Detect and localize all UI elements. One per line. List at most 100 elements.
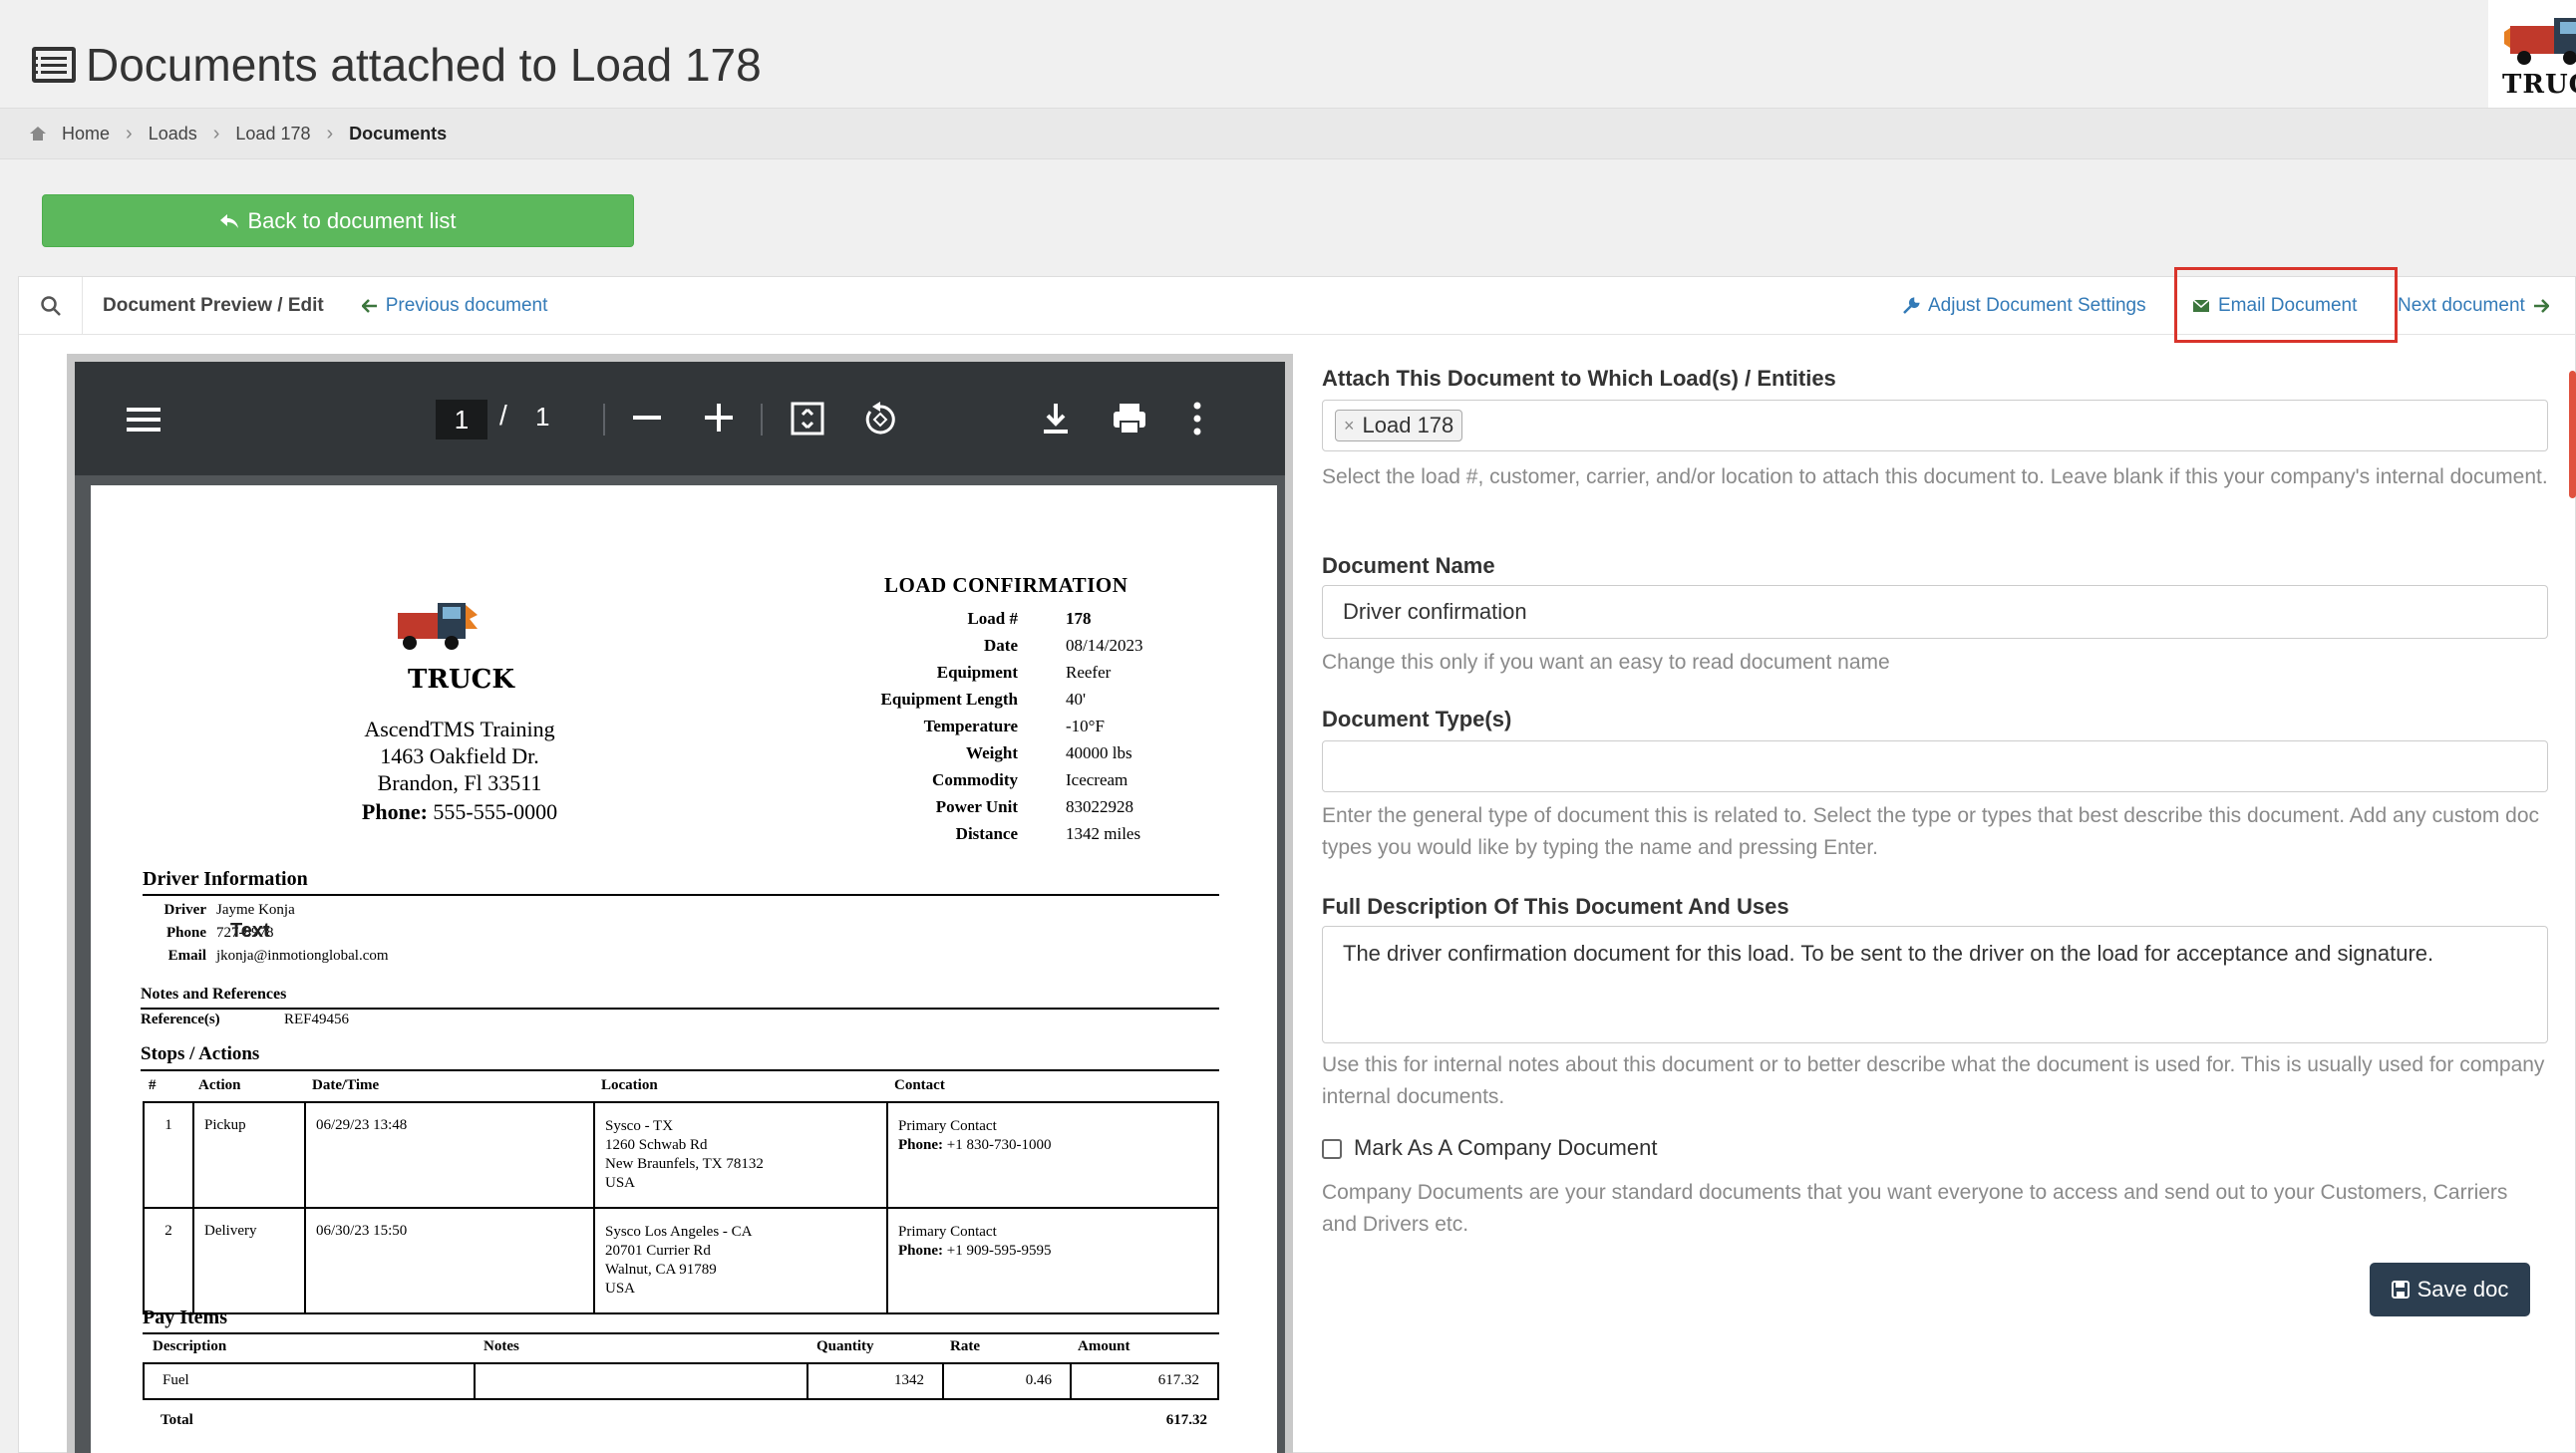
pay-rate: 0.46 (942, 1362, 1072, 1400)
detail-row: Commodity Icecream (932, 770, 1128, 789)
load-confirmation-heading: LOAD CONFIRMATION (884, 573, 1128, 597)
stop-location: Sysco - TX 1260 Schwab Rd New Braunfels, T… (593, 1101, 888, 1209)
fit-page-icon[interactable] (791, 402, 824, 436)
pay-header-description: Description (153, 1338, 227, 1354)
phone-label: Phone (165, 925, 206, 941)
breadcrumb-home[interactable]: Home › (62, 123, 149, 145)
page-separator: / (499, 400, 507, 431)
adjust-document-settings-link[interactable]: Adjust Document Settings (1902, 295, 2146, 317)
stop-datetime: 06/30/23 15:50 (304, 1207, 595, 1314)
stops-header-contact: Contact (894, 1077, 945, 1093)
truck-logo-icon (2504, 18, 2576, 65)
previous-document-link[interactable]: Previous document (361, 295, 547, 317)
document-type-input[interactable] (1322, 740, 2548, 792)
stop-action: Delivery (192, 1207, 306, 1314)
detail-row: Equipment Reefer (936, 663, 1112, 682)
logo-text: TRUCK (2502, 70, 2576, 100)
toolbar-title: Document Preview / Edit (103, 294, 324, 316)
pay-header-quantity: Quantity (816, 1338, 874, 1354)
menu-icon[interactable] (127, 406, 161, 434)
document-panel: Document Preview / Edit Previous documen… (18, 267, 2576, 1453)
detail-row: Load #178 (967, 609, 1092, 628)
driver-section-title: Driver Information (143, 868, 308, 890)
next-document-link[interactable]: Next document (2398, 295, 2549, 317)
save-icon (2391, 1281, 2410, 1299)
remove-tag-icon[interactable]: × (1344, 416, 1355, 436)
zoom-in-icon[interactable] (705, 404, 733, 432)
total-value: 617.32 (1165, 1412, 1207, 1428)
arrow-right-icon (2533, 299, 2549, 313)
driver-value: Jayme Konja (216, 902, 295, 918)
envelope-icon (2192, 299, 2210, 312)
logo-text: TRUCK (408, 665, 514, 695)
reply-icon (220, 213, 239, 228)
name-label: Document Name (1322, 553, 1495, 578)
download-icon[interactable] (1042, 402, 1070, 436)
pay-quantity: 1342 (806, 1362, 944, 1400)
wrench-icon (1903, 297, 1920, 314)
stops-section-title: Stops / Actions (141, 1043, 260, 1064)
attach-entities-input[interactable]: × Load 178 (1322, 400, 2548, 451)
page-title: Documents attached to Load 178 (32, 38, 762, 92)
arrow-left-icon (361, 298, 377, 313)
stop-action: Pickup (192, 1101, 306, 1209)
breadcrumb: Home › Loads › Load 178 › Documents (0, 108, 2576, 159)
description-help: Use this for internal notes about this d… (1322, 1053, 2545, 1108)
pay-header-amount: Amount (1078, 1338, 1130, 1354)
detail-row: Power Unit 83022928 (935, 797, 1133, 816)
company-phone: Phone: 555-555-0000 (361, 799, 558, 824)
divider (141, 1069, 1219, 1071)
email-label: Email (167, 948, 206, 964)
stop-contact: Primary Contact Phone: +1 909-595-9595 (886, 1207, 1219, 1314)
pay-amount: 617.32 (1070, 1362, 1219, 1400)
table-row: 1 Pickup 06/29/23 13:48 Sysco - TX 1260 S… (143, 1101, 1219, 1209)
page-title-text: Documents attached to Load 178 (86, 39, 762, 91)
email-document-link[interactable]: Email Document (2192, 295, 2357, 317)
search-icon (40, 295, 61, 316)
stops-header-datetime: Date/Time (312, 1077, 380, 1093)
pay-description: Fuel (143, 1362, 476, 1400)
more-options-icon[interactable] (1193, 402, 1201, 436)
home-icon (30, 127, 46, 141)
back-button-label: Back to document list (247, 207, 457, 233)
pdf-page: TRUCK LOAD CONFIRMATION Load #178 Date 08… (91, 485, 1277, 1453)
load-tag[interactable]: × Load 178 (1335, 410, 1463, 441)
document-toolbar: Document Preview / Edit Previous documen… (19, 267, 2576, 343)
notes-section-title: Notes and References (141, 986, 287, 1003)
search-button[interactable] (19, 276, 83, 335)
pdf-toolbar: 1 / 1 (75, 362, 1285, 475)
company-document-checkbox[interactable] (1322, 1139, 1342, 1159)
stop-num: 2 (143, 1207, 194, 1314)
detail-row: Equipment Length 40' (880, 690, 1087, 709)
stops-header-num: # (149, 1077, 157, 1093)
breadcrumb-load-178[interactable]: Load 178 › (235, 123, 349, 145)
pay-header-rate: Rate (950, 1338, 980, 1354)
pay-items-table: Fuel 1342 0.46 617.32 (143, 1362, 1219, 1400)
company-document-help: Company Documents are your standard docu… (1322, 1181, 2508, 1236)
attach-help: Select the load #, customer, carrier, an… (1322, 465, 2548, 488)
toolbar-divider (603, 404, 605, 436)
page-header: Documents attached to Load 178 TRUCK (0, 0, 2576, 108)
pay-section-title: Pay Items (143, 1307, 227, 1328)
detail-row: Weight 40000 lbs (966, 743, 1132, 762)
table-row: 2 Delivery 06/30/23 15:50 Sysco Los Ange… (143, 1207, 1219, 1314)
driver-label: Driver (163, 902, 206, 918)
document-name-input[interactable]: Driver confirmation (1322, 585, 2548, 639)
scroll-indicator[interactable] (2569, 371, 2576, 498)
divider (141, 1008, 1219, 1010)
save-doc-button[interactable]: Save doc (2370, 1263, 2530, 1316)
table-row: Fuel 1342 0.46 617.32 (143, 1362, 1219, 1400)
print-icon[interactable] (1112, 402, 1147, 436)
reference-label: Reference(s) (141, 1012, 220, 1027)
rotate-icon[interactable] (862, 402, 898, 437)
page-number-input[interactable]: 1 (436, 400, 487, 439)
text-annotation[interactable]: Text (230, 920, 270, 943)
breadcrumb-documents: Documents (349, 123, 448, 144)
zoom-out-icon[interactable] (633, 416, 661, 420)
breadcrumb-loads[interactable]: Loads › (149, 123, 236, 145)
attach-label: Attach This Document to Which Load(s) / … (1322, 366, 1836, 391)
company-document-label[interactable]: Mark As A Company Document (1354, 1135, 1657, 1161)
stop-location: Sysco Los Angeles - CA 20701 Currier Rd Wa… (593, 1207, 888, 1314)
back-to-document-list-button[interactable]: Back to document list (42, 194, 634, 247)
description-textarea[interactable]: The driver confirmation document for thi… (1322, 926, 2548, 1043)
